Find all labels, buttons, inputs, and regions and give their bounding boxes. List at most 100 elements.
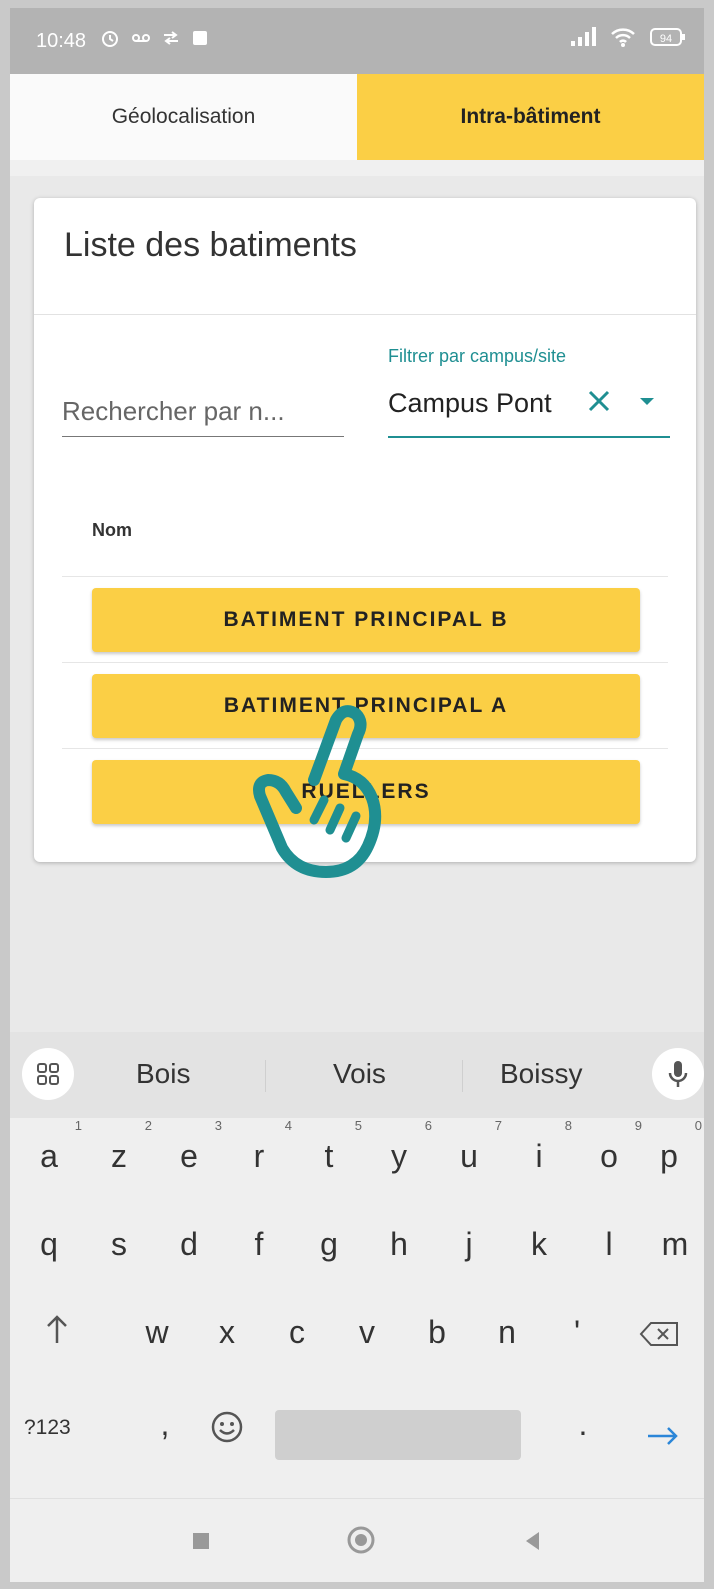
key-label: a [40, 1138, 58, 1174]
clear-filter-icon[interactable] [586, 388, 612, 414]
suggestion-separator [265, 1060, 266, 1092]
key-r[interactable]: r4 [234, 1118, 292, 1175]
microphone-icon[interactable] [652, 1048, 704, 1100]
key-hint: 8 [564, 1118, 572, 1133]
key-label: u [460, 1138, 478, 1174]
key-g[interactable]: g [304, 1226, 354, 1263]
row-divider [62, 662, 668, 663]
key-y[interactable]: y6 [374, 1118, 432, 1175]
key-hint: 0 [694, 1118, 702, 1133]
period-key[interactable]: . [558, 1406, 608, 1443]
dropdown-arrow-icon[interactable] [640, 398, 654, 405]
tab-bar: Géolocalisation Intra-bâtiment [10, 74, 704, 160]
key-o[interactable]: o9 [584, 1118, 642, 1175]
key-a[interactable]: a1 [24, 1118, 82, 1175]
key-hint: 9 [634, 1118, 642, 1133]
home-icon[interactable] [346, 1525, 376, 1560]
backspace-key[interactable] [634, 1318, 684, 1355]
key-b[interactable]: b [412, 1314, 462, 1351]
building-button-principal-b[interactable]: BATIMENT PRINCIPAL B [92, 588, 640, 652]
screen: 10:48 94 Géolocalisation Intra-bâtiment … [10, 8, 704, 1582]
image-notification-icon [192, 30, 208, 46]
enter-key[interactable] [638, 1418, 688, 1455]
keyboard: a1 z2 e3 r4 t5 y6 u7 i8 o9 p0 q s d f g … [10, 1118, 704, 1498]
key-x[interactable]: x [202, 1314, 252, 1351]
recent-apps-icon[interactable] [193, 1533, 209, 1549]
key-v[interactable]: v [342, 1314, 392, 1351]
search-input[interactable]: Rechercher par n... [62, 388, 344, 437]
key-label: z [111, 1138, 127, 1174]
key-label: y [391, 1138, 407, 1174]
card-divider [34, 314, 696, 315]
key-u[interactable]: u7 [444, 1118, 502, 1175]
arrow-right-icon [648, 1427, 678, 1445]
key-label: i [535, 1138, 543, 1174]
key-n[interactable]: n [482, 1314, 532, 1351]
key-hint: 7 [494, 1118, 502, 1133]
key-label: o [600, 1138, 618, 1174]
key-h[interactable]: h [374, 1226, 424, 1263]
symbols-key[interactable]: ?123 [24, 1416, 94, 1440]
key-e[interactable]: e3 [164, 1118, 222, 1175]
key-z[interactable]: z2 [94, 1118, 152, 1175]
status-time: 10:48 [36, 30, 87, 52]
key-hint: 6 [424, 1118, 432, 1133]
suggestion-1[interactable]: Bois [136, 1058, 190, 1090]
key-p[interactable]: p0 [644, 1118, 702, 1175]
tab-intra-batiment[interactable]: Intra-bâtiment [357, 74, 704, 160]
key-i[interactable]: i8 [514, 1118, 572, 1175]
key-hint: 2 [144, 1118, 152, 1133]
tabs-shadow [10, 160, 704, 176]
battery-level: 94 [660, 33, 672, 45]
filter-label: Filtrer par campus/site [388, 346, 567, 366]
key-d[interactable]: d [164, 1226, 214, 1263]
shift-arrow-icon [47, 1315, 67, 1343]
back-icon[interactable] [524, 1531, 540, 1556]
key-label: r [253, 1138, 265, 1174]
battery-icon: 94 [650, 27, 686, 47]
voicemail-icon [132, 32, 150, 44]
suggestion-separator [462, 1060, 463, 1092]
key-hint: 1 [74, 1118, 82, 1133]
key-label: t [324, 1138, 334, 1174]
key-label: p [660, 1138, 678, 1174]
tap-hand-icon [253, 705, 382, 878]
space-key[interactable] [275, 1410, 521, 1460]
shift-key[interactable] [32, 1314, 82, 1352]
key-apostrophe[interactable]: ' [552, 1314, 602, 1351]
search-placeholder: Rechercher par n... [62, 396, 285, 426]
key-t[interactable]: t5 [304, 1118, 362, 1175]
key-hint: 5 [354, 1118, 362, 1133]
card-title: Liste des batiments [64, 226, 357, 264]
tab-geolocalisation[interactable]: Géolocalisation [10, 74, 357, 160]
key-m[interactable]: m [650, 1226, 700, 1263]
filter-value: Campus Pont [388, 388, 552, 418]
key-c[interactable]: c [272, 1314, 322, 1351]
comma-key[interactable]: , [140, 1406, 190, 1443]
emoji-icon [211, 1411, 243, 1443]
key-l[interactable]: l [584, 1226, 634, 1263]
row-divider [62, 576, 668, 577]
data-transfer-icon [162, 31, 180, 45]
key-q[interactable]: q [24, 1226, 74, 1263]
key-j[interactable]: j [444, 1226, 494, 1263]
key-w[interactable]: w [132, 1314, 182, 1351]
status-bar: 10:48 94 [10, 8, 704, 74]
suggestion-2[interactable]: Vois [333, 1058, 386, 1090]
wifi-icon [610, 26, 636, 48]
key-hint: 4 [284, 1118, 292, 1133]
suggestion-strip: Bois Vois Boissy [10, 1032, 704, 1118]
key-f[interactable]: f [234, 1226, 284, 1263]
signal-icon [570, 27, 596, 47]
key-s[interactable]: s [94, 1226, 144, 1263]
emoji-key[interactable] [202, 1410, 252, 1452]
suggestion-3[interactable]: Boissy [500, 1058, 582, 1090]
key-label: e [180, 1138, 198, 1174]
column-header-nom: Nom [92, 520, 132, 540]
key-k[interactable]: k [514, 1226, 564, 1263]
apps-grid-icon[interactable] [22, 1048, 74, 1100]
backspace-icon [639, 1322, 678, 1346]
key-hint: 3 [214, 1118, 222, 1133]
alarm-icon [100, 28, 120, 48]
campus-filter-select[interactable]: Filtrer par campus/site Campus Pont [388, 346, 670, 438]
